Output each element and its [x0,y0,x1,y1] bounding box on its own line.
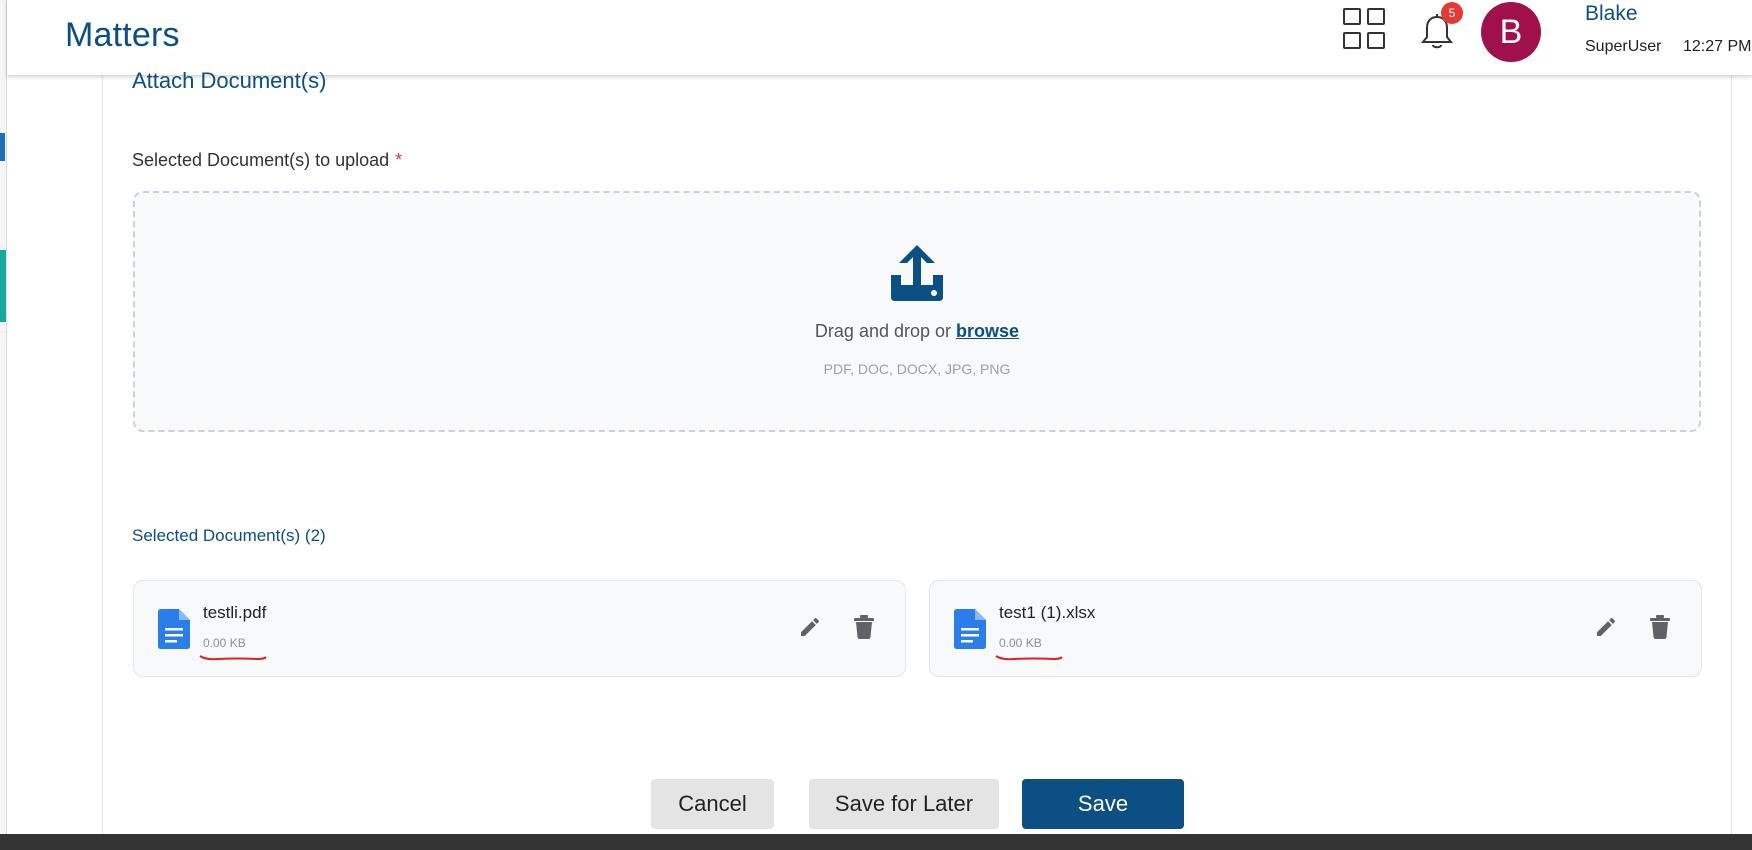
cancel-button[interactable]: Cancel [651,779,774,829]
user-role: SuperUser [1585,38,1662,55]
file-card: testli.pdf 0.00 KB [133,580,906,677]
allowed-file-types: PDF, DOC, DOCX, JPG, PNG [823,361,1011,377]
save-for-later-button[interactable]: Save for Later [809,779,999,829]
save-button[interactable]: Save [1022,779,1184,829]
top-header: Matters 5 B Blake SuperUser 12:27 PM [7,0,1752,75]
required-mark: * [395,150,403,170]
upload-icon [891,245,943,301]
trash-icon[interactable] [854,615,874,639]
clock: 12:27 PM [1683,38,1752,55]
document-icon [954,609,986,649]
upload-label-text: Selected Document(s) to upload [132,150,390,170]
file-card: test1 (1).xlsx 0.00 KB [929,580,1702,677]
file-size: 0.00 KB [999,636,1042,650]
background-accent-blue [0,133,5,161]
upload-label: Selected Document(s) to upload * [132,150,402,171]
trash-icon[interactable] [1650,615,1670,639]
background-accent-teal [0,250,6,322]
selected-documents-title: Selected Document(s) (2) [132,526,326,545]
apps-grid-icon[interactable] [1343,8,1387,50]
bottom-taskbar [0,834,1752,850]
file-size: 0.00 KB [203,636,246,650]
browse-link[interactable]: browse [956,321,1019,341]
app-title: Matters [65,16,180,54]
user-name[interactable]: Blake [1585,2,1638,26]
notification-badge: 5 [1441,2,1463,24]
file-name: test1 (1).xlsx [999,603,1096,622]
edit-icon[interactable] [1594,615,1618,639]
file-name: testli.pdf [203,603,267,622]
section-title: Attach Document(s) [132,68,327,93]
file-dropzone[interactable]: Drag and drop or browse PDF, DOC, DOCX, … [133,191,1701,432]
edit-icon[interactable] [798,615,822,639]
drop-instructions: Drag and drop or browse [135,321,1699,342]
background-window-edge [0,0,7,850]
form-card [102,60,1732,850]
drop-text: Drag and drop or [814,321,952,341]
document-icon [158,609,190,649]
red-annotation-underline [199,655,267,661]
red-annotation-underline [995,655,1063,661]
user-avatar[interactable]: B [1481,2,1541,62]
